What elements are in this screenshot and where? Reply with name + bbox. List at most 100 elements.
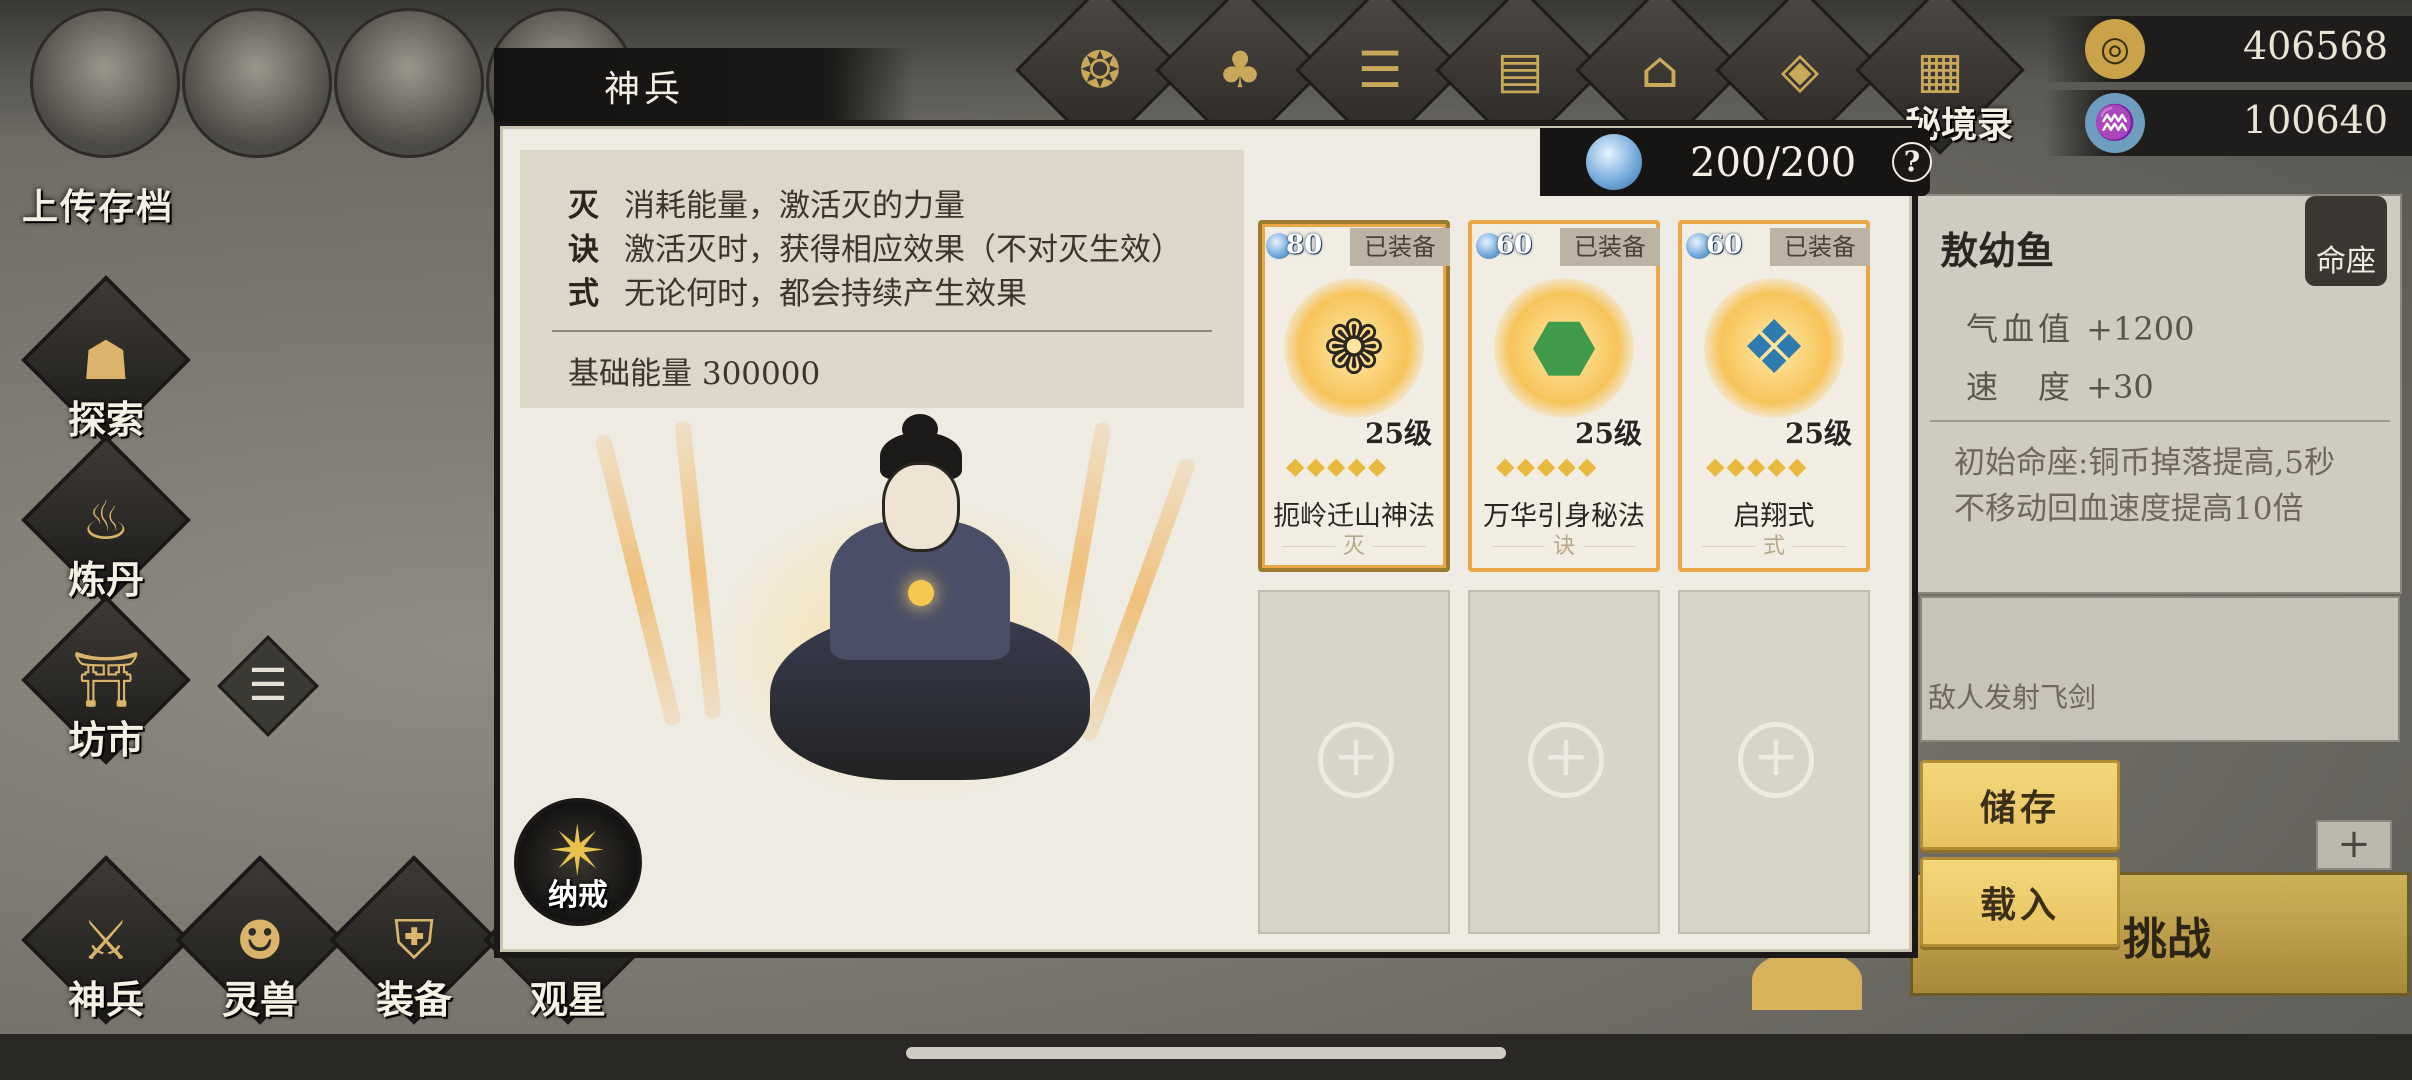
card-cost-value: 80 [1286, 230, 1323, 260]
stat-hp-value: +1200 [2086, 310, 2195, 348]
equipped-badge: 已装备 [1350, 228, 1450, 266]
card-stars: ◆◆◆◆◆ [1496, 452, 1599, 480]
jade-coin-icon: ⬣ [1494, 278, 1634, 418]
card-cost: 80 [1266, 230, 1332, 264]
constellation-description: 初始命座:铜币掉落提高,5秒不移动回血速度提高10倍 [1930, 420, 2390, 570]
base-energy: 基础能量 300000 [568, 356, 821, 392]
coin-decoration [1752, 950, 1862, 1010]
bottom-nav-beast[interactable]: ☻ 灵兽 [175, 855, 345, 1030]
weapon-card-1[interactable]: 80 已装备 ❁ 25级 ◆◆◆◆◆ 扼岭迁山神法 灭 [1258, 220, 1450, 572]
add-circle-icon: + [1528, 722, 1604, 798]
card-stars: ◆◆◆◆◆ [1286, 452, 1389, 480]
character-name: 敖幼鱼 [1940, 228, 2055, 273]
challenge-label: 挑战 [2123, 914, 2211, 965]
upload-save-label[interactable]: 上传存档 [22, 178, 174, 230]
save-button[interactable]: 储存 [1920, 760, 2120, 850]
card-stars: ◆◆◆◆◆ [1706, 452, 1809, 480]
effect-box [1920, 596, 2400, 742]
storage-ring-label: 纳戒 [548, 878, 608, 913]
nav-market[interactable]: ⛩ 坊市 [21, 595, 191, 770]
hamburger-icon: ☰ [248, 660, 288, 711]
bottom-nav-weapon[interactable]: ⚔ 神兵 [21, 855, 191, 1030]
treasure-icon: ◈ [1780, 41, 1820, 99]
empty-slot-1[interactable]: + [1258, 590, 1450, 934]
card-level: 25级 [1365, 417, 1432, 450]
book-icon: ▤ [1496, 41, 1544, 99]
bottom-nav-stars-label: 观星 [529, 977, 606, 1022]
market-icon: ⛩ [71, 648, 141, 711]
bottom-nav-beast-label: 灵兽 [221, 977, 298, 1022]
nav-alchemy[interactable]: ♨ 炼丹 [21, 435, 191, 610]
rule-key: 灭 [568, 188, 599, 224]
scroll-artifact-icon: ❖ [1704, 278, 1844, 418]
cauldron-icon: ♨ [81, 488, 131, 552]
dragon-emblem-icon: ❂ [1079, 41, 1121, 100]
stat-hp: 气血值 +1200 [1966, 304, 2194, 350]
nav-explore[interactable]: ☗ 探索 [21, 275, 191, 450]
stat-speed-value: +30 [2086, 368, 2154, 406]
card-type: 式 [1702, 534, 1846, 559]
hero-portrait-1[interactable] [30, 8, 180, 158]
empty-slot-3[interactable]: + [1678, 590, 1870, 934]
rule-text: 消耗能量，激活灭的力量 [624, 188, 965, 224]
beast-mask-icon: ☻ [235, 908, 285, 972]
weapon-card-3[interactable]: 60 已装备 ❖ 25级 ◆◆◆◆◆ 启翔式 式 [1678, 220, 1870, 572]
modal-title: 神兵 [604, 69, 685, 110]
energy-value: 200/200 [1690, 140, 1857, 186]
add-circle-icon: + [1738, 722, 1814, 798]
pagoda-icon: ⌂ [1640, 41, 1680, 99]
armor-icon: ⛨ [393, 908, 435, 971]
cultivator-head [882, 462, 960, 552]
storage-ring-button[interactable]: ✴ 纳戒 [514, 798, 642, 926]
card-level: 25级 [1575, 417, 1642, 450]
card-cost-value: 60 [1706, 230, 1743, 260]
golden-orb [908, 580, 934, 606]
card-name: 启翔式 [1733, 501, 1815, 532]
card-cost-value: 60 [1496, 230, 1533, 260]
scroll-icon: ☰ [1357, 41, 1403, 99]
home-indicator[interactable] [906, 1047, 1506, 1059]
rule-key: 式 [568, 276, 599, 312]
card-type-label: 式 [1754, 534, 1793, 559]
card-level: 25级 [1785, 417, 1852, 450]
bottom-nav-equipment-label: 装备 [375, 977, 452, 1022]
rules-divider [552, 330, 1212, 332]
secret-realm-icon: ▦ [1916, 41, 1964, 99]
empty-slot-2[interactable]: + [1468, 590, 1660, 934]
stat-hp-key: 气血值 [1966, 310, 2075, 348]
hero-portrait-3[interactable] [334, 8, 484, 158]
rule-row-mie: 灭消耗能量，激活灭的力量 [568, 180, 965, 225]
rule-key: 诀 [568, 232, 599, 268]
add-circle-icon: + [1318, 722, 1394, 798]
stat-speed: 速 度 +30 [1966, 362, 2154, 408]
modal-title-bar [494, 48, 914, 122]
hero-portrait-2[interactable] [182, 8, 332, 158]
card-name: 扼岭迁山神法 [1273, 501, 1435, 532]
card-type-label: 灭 [1334, 534, 1373, 559]
effect-text: 敌人发射飞剑 [1928, 681, 2097, 714]
gourd-icon: ♣ [1217, 41, 1263, 99]
equipped-badge: 已装备 [1770, 228, 1870, 266]
card-type: 灭 [1282, 534, 1426, 559]
card-type-label: 诀 [1544, 534, 1583, 559]
energy-drop-icon [1586, 134, 1642, 190]
add-button[interactable]: + [2316, 820, 2392, 870]
weapon-card-2[interactable]: 60 已装备 ⬣ 25级 ◆◆◆◆◆ 万华引身秘法 诀 [1468, 220, 1660, 572]
constellation-badge[interactable]: 命座 [2305, 196, 2387, 286]
help-button[interactable]: ? [1892, 142, 1932, 182]
stat-speed-key: 速 度 [1966, 368, 2075, 406]
card-cost: 60 [1686, 230, 1752, 264]
energy-bar: 200/200 [1540, 128, 1930, 196]
card-name: 万华引身秘法 [1483, 501, 1645, 532]
load-button[interactable]: 载入 [1920, 857, 2120, 947]
dragon-ring-icon: ❁ [1284, 278, 1424, 418]
coin-resource-bar: ◎ 406568 [2045, 16, 2412, 82]
rule-row-jue: 诀激活灭时，获得相应效果（不对灭生效） [568, 224, 1182, 269]
bottom-nav-equipment[interactable]: ⛨ 装备 [329, 855, 499, 1030]
sword-icon: ⚔ [81, 908, 131, 972]
card-cost: 60 [1476, 230, 1542, 264]
rule-row-shi: 式无论何时，都会持续产生效果 [568, 268, 1027, 313]
bottom-nav-weapon-label: 神兵 [67, 977, 144, 1022]
spirit-swirl-icon: ♒ [2085, 93, 2145, 153]
spirit-amount: 100640 [2242, 98, 2388, 142]
